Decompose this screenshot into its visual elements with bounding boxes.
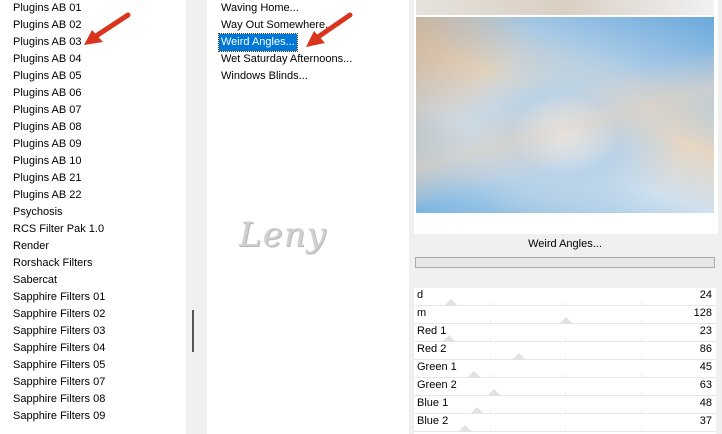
parameter-value: 128 — [693, 307, 712, 319]
category-list-item[interactable]: Plugins AB 05 — [13, 68, 82, 85]
filter-list[interactable]: Leny Waving Home... Way Out Somewhere... W… — [207, 0, 409, 434]
parameter-value: 37 — [699, 415, 712, 427]
preview-strip — [416, 0, 714, 15]
category-list-item[interactable]: Plugins AB 02 — [13, 17, 82, 34]
watermark: Leny — [239, 215, 327, 255]
slider-thumb[interactable] — [442, 335, 456, 342]
parameter-label: Blue 2 — [417, 415, 449, 427]
parameter-row[interactable]: d 24 — [414, 288, 716, 306]
slider-thumb[interactable] — [467, 371, 481, 378]
filter-name-label: Weird Angles... — [414, 234, 716, 254]
preview-image — [416, 17, 714, 213]
category-list-item[interactable]: Rorshack Filters — [13, 255, 92, 272]
category-list-item[interactable]: Sapphire Filters 04 — [13, 340, 105, 357]
slider-thumb[interactable] — [444, 299, 458, 306]
filter-list-item[interactable]: Wet Saturday Afternoons... — [221, 51, 352, 68]
parameter-label: d — [417, 289, 424, 301]
parameter-label: Red 2 — [417, 343, 447, 355]
category-list-item[interactable]: Sapphire Filters 01 — [13, 289, 105, 306]
category-list[interactable]: Plugins AB 01 Plugins AB 02 Plugins AB 03 P… — [0, 0, 186, 434]
parameter-row[interactable]: Blue 2 37 — [414, 414, 716, 432]
parameter-row[interactable]: Red 1 23 — [414, 324, 716, 342]
slider-thumb[interactable] — [487, 389, 501, 396]
category-list-item[interactable]: Plugins AB 07 — [13, 102, 82, 119]
category-list-item[interactable]: Plugins AB 21 — [13, 170, 82, 187]
progress-bar — [415, 257, 715, 268]
category-list-item[interactable]: Psychosis — [13, 204, 63, 221]
parameter-value: 86 — [699, 343, 712, 355]
category-list-item[interactable]: Plugins AB 10 — [13, 153, 82, 170]
category-list-item[interactable]: Plugins AB 08 — [13, 119, 82, 136]
category-list-item[interactable]: Plugins AB 01 — [13, 0, 82, 17]
category-list-item[interactable]: Sapphire Filters 03 — [13, 323, 105, 340]
category-list-item[interactable]: Sapphire Filters 09 — [13, 408, 105, 425]
parameter-value: 23 — [699, 325, 712, 337]
parameter-row[interactable]: Green 2 63 — [414, 378, 716, 396]
filter-list-item[interactable]: Waving Home... — [221, 0, 299, 17]
category-list-item[interactable]: Plugins AB 09 — [13, 136, 82, 153]
parameter-row[interactable]: Red 2 86 — [414, 342, 716, 360]
parameter-row[interactable]: Green 1 45 — [414, 360, 716, 378]
slider-thumb[interactable] — [512, 353, 526, 360]
category-list-item[interactable]: Render — [13, 238, 49, 255]
parameter-value: 24 — [699, 289, 712, 301]
category-list-item[interactable]: Sapphire Filters 02 — [13, 306, 105, 323]
category-scrollbar[interactable] — [186, 0, 200, 434]
parameter-label: Green 1 — [417, 361, 457, 373]
parameter-value: 48 — [699, 397, 712, 409]
category-list-item[interactable]: RCS Filter Pak 1.0 — [13, 221, 104, 238]
filter-list-item[interactable]: Weird Angles... — [218, 33, 298, 52]
parameter-sliders[interactable]: d 24 m 128 Red 1 23 Red 2 86 Green 1 45 Green 2 63 B… — [414, 288, 716, 434]
parameter-label: Green 2 — [417, 379, 457, 391]
parameter-value: 45 — [699, 361, 712, 373]
category-list-item[interactable]: Plugins AB 03 — [13, 34, 82, 51]
red-arrow-icon — [306, 12, 353, 47]
category-list-item[interactable]: Sapphire Filters 08 — [13, 391, 105, 408]
parameter-row[interactable]: Blue 1 48 — [414, 396, 716, 414]
parameter-value: 63 — [699, 379, 712, 391]
category-list-item[interactable]: Plugins AB 22 — [13, 187, 82, 204]
category-list-item[interactable]: Plugins AB 04 — [13, 51, 82, 68]
parameter-row[interactable]: m 128 — [414, 306, 716, 324]
category-list-item[interactable]: Sapphire Filters 07 — [13, 374, 105, 391]
preview-area — [414, 0, 718, 234]
filter-list-item[interactable]: Windows Blinds... — [221, 68, 308, 85]
category-scrollbar-thumb[interactable] — [192, 310, 194, 352]
slider-thumb[interactable] — [458, 425, 472, 432]
slider-thumb[interactable] — [559, 317, 573, 324]
parameter-label: Blue 1 — [417, 397, 449, 409]
category-list-item[interactable]: Sabercat — [13, 272, 57, 289]
red-arrow-icon — [84, 12, 131, 45]
parameter-label: m — [417, 307, 427, 319]
category-list-item[interactable]: Sapphire Filters 05 — [13, 357, 105, 374]
category-list-item[interactable]: Plugins AB 06 — [13, 85, 82, 102]
slider-thumb[interactable] — [470, 407, 484, 414]
